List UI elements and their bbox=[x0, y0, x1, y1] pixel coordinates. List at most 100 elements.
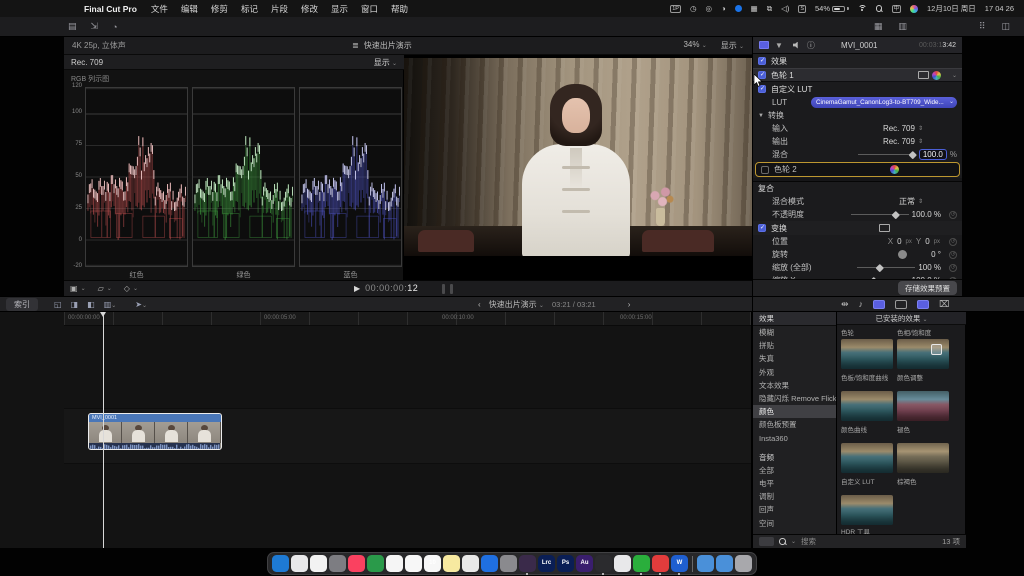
dock-icon-audition[interactable]: Au bbox=[576, 555, 593, 572]
menu-trim[interactable]: 修剪 bbox=[211, 3, 228, 15]
color-wheel-2-checkbox[interactable] bbox=[761, 166, 769, 174]
play-button[interactable]: ▶ bbox=[354, 284, 360, 293]
category-color-board-presets[interactable]: 颜色板预置 bbox=[753, 418, 836, 431]
category-audio-all[interactable]: 全部 bbox=[753, 464, 836, 477]
output-value-menu[interactable]: Rec. 709⇕ bbox=[883, 137, 923, 146]
sidebar-toggle-icon[interactable]: ▤ bbox=[68, 21, 77, 32]
dock-icon-photoshop[interactable]: Ps bbox=[557, 555, 574, 572]
status-o-icon[interactable]: ◎ bbox=[706, 4, 713, 13]
transitions-browser-icon[interactable]: ⌧ bbox=[939, 299, 949, 310]
blue-dot-icon[interactable] bbox=[735, 5, 742, 12]
dock-icon-folder-downloads[interactable] bbox=[697, 555, 714, 572]
effect-thumb-hdr-tools[interactable] bbox=[841, 495, 893, 525]
blend-mode-menu[interactable]: 正常⇕ bbox=[899, 196, 923, 207]
reset-icon[interactable]: ↺ bbox=[949, 251, 957, 259]
import-media-icon[interactable]: ⇲ bbox=[91, 21, 99, 32]
dock-icon-word[interactable]: W bbox=[671, 555, 688, 572]
music-browser-icon[interactable]: ♪ bbox=[859, 299, 864, 309]
dock-icon-system-settings[interactable] bbox=[329, 555, 346, 572]
wifi-icon[interactable] bbox=[858, 5, 867, 12]
input-value-menu[interactable]: Rec. 709⇕ bbox=[883, 124, 923, 133]
scale-all-slider[interactable] bbox=[857, 263, 915, 272]
precision-editor-icon[interactable]: ⇹ bbox=[841, 299, 849, 310]
dock-icon-wechat[interactable] bbox=[633, 555, 650, 572]
rotation-dial[interactable] bbox=[898, 250, 907, 259]
connect-clip-icon[interactable]: ◱ bbox=[54, 300, 62, 309]
category-insta360[interactable]: Insta360 bbox=[753, 432, 836, 445]
dock-icon-qq[interactable] bbox=[614, 555, 631, 572]
onepassword-icon[interactable]: 1P bbox=[670, 5, 681, 13]
zoom-level-menu[interactable]: 34% ⌄ bbox=[683, 40, 706, 51]
input-source-icon[interactable]: 中 bbox=[892, 5, 902, 13]
scale-all-value[interactable]: 100 % bbox=[918, 263, 941, 272]
keyboard-icon[interactable]: ▦ bbox=[751, 4, 758, 13]
dock-icon-chrome[interactable] bbox=[310, 555, 327, 572]
menu-view[interactable]: 显示 bbox=[331, 3, 348, 15]
dock-icon-calendar[interactable]: 10 bbox=[424, 555, 441, 572]
dock-icon-final-cut-pro[interactable] bbox=[519, 555, 536, 572]
reset-icon[interactable]: ↺ bbox=[949, 211, 957, 219]
color-wheel-2-row-drop-target[interactable]: 色轮 2 bbox=[755, 162, 960, 177]
effect-thumb-custom-lut[interactable] bbox=[841, 443, 893, 473]
insert-clip-icon[interactable]: ◨ bbox=[71, 300, 79, 309]
menu-help[interactable]: 帮助 bbox=[391, 3, 408, 15]
color-wheel-icon[interactable] bbox=[932, 71, 941, 80]
window-layout-icon[interactable]: ◫ bbox=[1001, 21, 1010, 32]
menu-clip[interactable]: 片段 bbox=[271, 3, 288, 15]
transform-tool-menu[interactable]: ▣⌄ bbox=[70, 284, 86, 293]
save-effects-preset-button[interactable]: 存储效果预置 bbox=[898, 281, 957, 295]
display-icon[interactable]: ⧉ bbox=[767, 4, 772, 14]
viewer-display-menu[interactable]: 显示 ⌄ bbox=[721, 40, 744, 51]
mix-value-field[interactable]: 100.0 bbox=[919, 149, 947, 160]
position-x-field[interactable]: 0 bbox=[897, 237, 901, 246]
menubar-date[interactable]: 12月10日 周日 bbox=[927, 3, 976, 14]
opacity-value[interactable]: 100.0 % bbox=[912, 210, 941, 219]
dock-icon-notes[interactable] bbox=[443, 555, 460, 572]
dock-icon-davinci-resolve[interactable] bbox=[595, 555, 612, 572]
disclosure-triangle-icon[interactable]: ▼ bbox=[758, 113, 764, 119]
playhead[interactable] bbox=[103, 312, 104, 548]
category-distortion[interactable]: 失真 bbox=[753, 352, 836, 365]
category-tiling[interactable]: 拼贴 bbox=[753, 339, 836, 352]
tool-arrow-menu[interactable]: ➤⌄ bbox=[135, 300, 147, 309]
chevron-down-icon[interactable]: ⌄ bbox=[952, 72, 957, 79]
crop-tool-menu[interactable]: ▱⌄ bbox=[98, 284, 112, 293]
dock-icon-trash[interactable] bbox=[735, 555, 752, 572]
category-text-effects[interactable]: 文本效果 bbox=[753, 379, 836, 392]
timeline-project-menu[interactable]: 快速出片演示 ⌄ bbox=[489, 299, 544, 310]
menu-mark[interactable]: 标记 bbox=[241, 3, 258, 15]
clock-icon[interactable]: ◷ bbox=[690, 4, 697, 13]
effects-browser-icon[interactable] bbox=[873, 300, 885, 309]
timeline-back-button[interactable]: ‹ bbox=[478, 300, 481, 309]
effect-thumb-faded[interactable] bbox=[897, 391, 949, 421]
distort-tool-menu[interactable]: ◇⌄ bbox=[124, 284, 138, 293]
category-remove-flicker[interactable]: 隐藏闪烁 Remove Flicker bbox=[753, 392, 836, 405]
category-levels[interactable]: 电平 bbox=[753, 477, 836, 490]
reset-icon[interactable]: ↺ bbox=[949, 264, 957, 272]
onscreen-controls-icon[interactable] bbox=[879, 224, 890, 232]
overwrite-clip-icon[interactable]: ▥⌄ bbox=[104, 300, 117, 309]
dock-icon-email-master[interactable] bbox=[367, 555, 384, 572]
volume-icon[interactable]: ◁) bbox=[781, 4, 789, 13]
timeline-clip[interactable]: MVI_0001 bbox=[88, 413, 222, 450]
app-grid-icon[interactable]: ⠿ bbox=[979, 21, 986, 32]
menubar-time[interactable]: 17 04 26 bbox=[985, 4, 1014, 13]
background-tasks-icon[interactable]: ◔ bbox=[112, 22, 117, 32]
timeline-ruler[interactable]: 00:00:00:00 00:00:05:00 00:00:10:00 00:0… bbox=[64, 312, 752, 326]
sogou-input-icon[interactable]: S bbox=[798, 5, 806, 13]
effect-thumb-color-curves[interactable] bbox=[841, 391, 893, 421]
dock-icon-photos[interactable] bbox=[386, 555, 403, 572]
siri-icon[interactable] bbox=[910, 5, 918, 13]
dock-icon-colorful-app[interactable] bbox=[462, 555, 479, 572]
dock-icon-netease-music[interactable] bbox=[652, 555, 669, 572]
dock-icon-reminders[interactable] bbox=[405, 555, 422, 572]
dock-icon-gray-app[interactable] bbox=[500, 555, 517, 572]
color-wheel-1-row[interactable]: 色轮 1 ⌄ bbox=[753, 68, 962, 82]
audio-inspector-icon[interactable] bbox=[793, 42, 801, 49]
sidebar-toggle-icon[interactable] bbox=[759, 537, 774, 546]
custom-lut-row[interactable]: 自定义 LUT bbox=[753, 82, 962, 96]
installed-effects-menu[interactable]: 已安装的效果 ⌄ bbox=[837, 312, 966, 325]
position-y-field[interactable]: 0 bbox=[925, 237, 929, 246]
dock-icon-finder[interactable] bbox=[272, 555, 289, 572]
browser-view-icon[interactable]: ▦ bbox=[874, 21, 883, 32]
